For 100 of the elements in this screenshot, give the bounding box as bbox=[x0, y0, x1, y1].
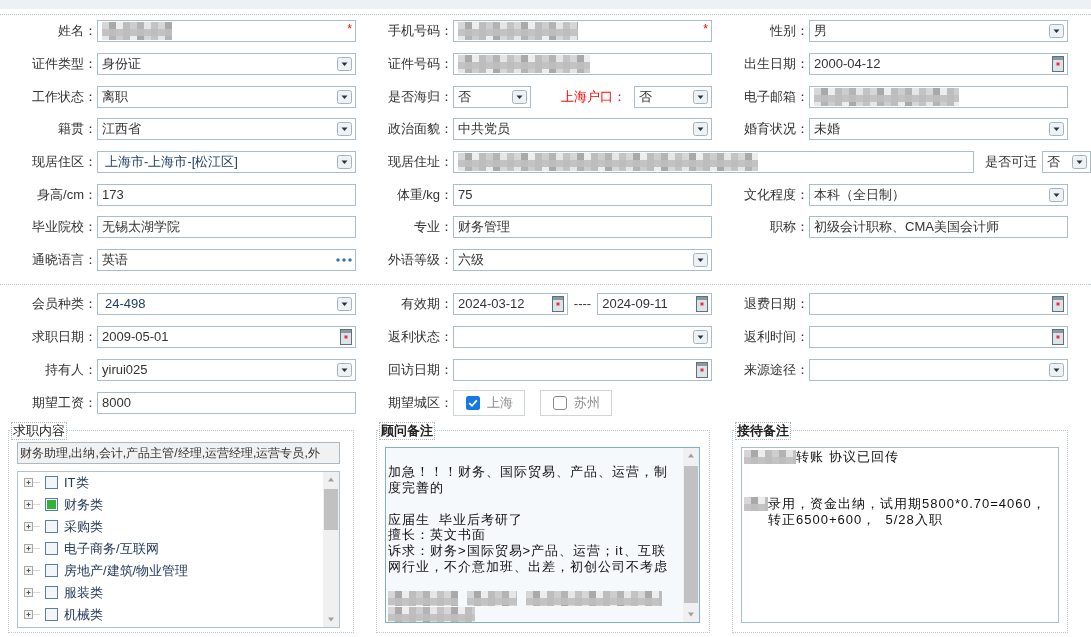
checkbox-icon[interactable] bbox=[45, 520, 58, 533]
field-label: 专业： bbox=[414, 219, 453, 236]
scrollbar-thumb[interactable] bbox=[684, 465, 698, 603]
dropdown-select[interactable]: 否 bbox=[634, 85, 712, 108]
checkbox-option[interactable]: 上海 bbox=[453, 390, 525, 416]
calendar-icon[interactable] bbox=[1052, 329, 1064, 345]
text-field[interactable]: 财务管理 bbox=[453, 216, 712, 239]
dropdown-select[interactable]: 离职 bbox=[97, 85, 356, 108]
text-field[interactable]: * bbox=[97, 20, 356, 43]
more-dots-icon[interactable] bbox=[336, 258, 352, 263]
field-label: 籍贯： bbox=[58, 121, 97, 138]
checkbox-icon[interactable] bbox=[45, 476, 58, 489]
tree-item-label[interactable]: 电子商务/互联网 bbox=[64, 540, 159, 557]
dropdown-select[interactable]: 身份证 bbox=[97, 53, 356, 76]
tree-item-label[interactable]: IT类 bbox=[64, 474, 89, 491]
checkbox-icon[interactable] bbox=[45, 564, 58, 577]
date-field[interactable] bbox=[453, 359, 712, 381]
calendar-icon[interactable] bbox=[696, 296, 708, 312]
calendar-icon[interactable] bbox=[1052, 296, 1064, 312]
dropdown-select[interactable]: 24-498 bbox=[97, 293, 356, 315]
date-field[interactable]: 2000-04-12 bbox=[809, 53, 1068, 76]
field-label: 是否可迁 bbox=[985, 154, 1037, 171]
field-label: 婚育状况： bbox=[744, 121, 809, 138]
field-label: 现居住址： bbox=[388, 154, 453, 171]
checkbox-icon[interactable] bbox=[465, 396, 480, 410]
dropdown-select[interactable]: 否 bbox=[453, 85, 531, 108]
required-mark: * bbox=[347, 23, 352, 36]
dropdown-select[interactable]: 江西省 bbox=[97, 118, 356, 141]
checkbox-icon[interactable] bbox=[45, 542, 58, 555]
checkbox-icon[interactable] bbox=[552, 396, 567, 410]
tree-item-label[interactable]: 服装类 bbox=[64, 584, 103, 601]
selected-categories-field[interactable]: 财务助理,出纳,会计,产品主管/经理,运营经理,运营专员,外 bbox=[17, 441, 340, 464]
note-text: 诉求：财务>国际贸易>产品、运营；it、互联网行业，不介意加班、出差，初创公司不考虑 bbox=[388, 543, 669, 575]
field-label: 性别： bbox=[770, 23, 809, 40]
text-field[interactable] bbox=[453, 151, 974, 174]
redaction-block bbox=[388, 591, 458, 607]
expand-icon[interactable] bbox=[24, 544, 40, 553]
expand-icon[interactable] bbox=[24, 610, 40, 619]
dropdown-select[interactable]: 上海市-上海市-[松江区] bbox=[97, 151, 356, 174]
dropdown-select[interactable]: 本科（全日制） bbox=[809, 183, 1068, 206]
date-field[interactable]: 2024-03-12 bbox=[453, 293, 568, 315]
checkbox-option[interactable]: 苏州 bbox=[540, 390, 612, 416]
lookup-field[interactable]: 英语 bbox=[97, 249, 356, 272]
expand-icon[interactable] bbox=[24, 500, 40, 509]
field-label: 回访日期： bbox=[388, 362, 453, 378]
calendar-icon[interactable] bbox=[1052, 56, 1064, 73]
field-label: 手机号码： bbox=[388, 23, 453, 40]
panel-title: 顾问备注 bbox=[379, 421, 435, 440]
dropdown-select[interactable]: 六级 bbox=[453, 249, 712, 272]
panel-title: 求职内容 bbox=[11, 421, 67, 440]
dropdown-select[interactable]: 否 bbox=[1042, 151, 1091, 174]
field-label: 电子邮箱： bbox=[744, 88, 809, 105]
field-label: 持有人： bbox=[45, 362, 97, 378]
field-label: 身高/cm： bbox=[37, 186, 97, 203]
text-field[interactable] bbox=[453, 53, 712, 76]
field-label: 会员种类： bbox=[32, 296, 97, 312]
calendar-icon[interactable] bbox=[696, 362, 708, 378]
field-label: 姓名： bbox=[58, 23, 97, 40]
notes-textarea[interactable]: 转账 协议已回传 录用，资金出纳，试用期5800*0.70=4060，转正6500+600， 5/28入职 bbox=[741, 446, 1059, 623]
date-field[interactable]: 2024-09-11 bbox=[597, 293, 712, 315]
panel-title: 接待备注 bbox=[735, 421, 791, 440]
field-label: 返利时间： bbox=[744, 329, 809, 345]
notes-textarea[interactable]: 加急！！！财务、国际贸易、产品、运营，制度完善的 应届生 毕业后考研了 擅长：英文书面 诉求：财务>国际贸易>产品、运营；it、互联网行业，不介意加班、出差，初创公司不考虑 bbox=[385, 446, 700, 623]
dropdown-select[interactable]: 男 bbox=[809, 20, 1068, 43]
tree-item-label[interactable]: 采购类 bbox=[64, 518, 103, 535]
text-field[interactable]: 8000 bbox=[97, 392, 356, 414]
dropdown-select[interactable]: 中共党员 bbox=[453, 118, 712, 141]
text-field[interactable]: 初级会计职称、CMA美国会计师 bbox=[809, 216, 1068, 239]
checkbox-icon[interactable] bbox=[45, 586, 58, 599]
text-field[interactable] bbox=[809, 85, 1068, 108]
calendar-icon[interactable] bbox=[551, 296, 564, 312]
field-label: 工作状态： bbox=[32, 88, 97, 105]
expand-icon[interactable] bbox=[24, 478, 40, 487]
tree-item-label[interactable]: 财务类 bbox=[64, 496, 103, 513]
field-label: 有效期： bbox=[401, 296, 453, 312]
expand-icon[interactable] bbox=[24, 566, 40, 575]
field-label: 文化程度： bbox=[744, 186, 809, 203]
expand-icon[interactable] bbox=[24, 588, 40, 597]
field-label: 期望工资： bbox=[32, 395, 97, 411]
field-label: 现居住区： bbox=[32, 154, 97, 171]
tree-item-label[interactable]: 机械类 bbox=[64, 606, 103, 623]
checkbox-icon[interactable] bbox=[45, 498, 58, 511]
text-field[interactable]: 173 bbox=[97, 183, 356, 206]
text-field[interactable]: * bbox=[453, 20, 712, 43]
text-field[interactable]: 无锡太湖学院 bbox=[97, 216, 356, 239]
dropdown-select[interactable]: 未婚 bbox=[809, 118, 1068, 141]
calendar-icon[interactable] bbox=[340, 329, 352, 345]
date-field[interactable] bbox=[809, 293, 1068, 315]
scrollbar-thumb[interactable] bbox=[324, 488, 338, 530]
note-text: 擅长：英文书面 bbox=[388, 527, 486, 544]
date-field[interactable]: 2009-05-01 bbox=[97, 326, 356, 348]
field-label: 求职日期： bbox=[32, 329, 97, 345]
expand-icon[interactable] bbox=[24, 522, 40, 531]
field-label: 来源途径： bbox=[744, 362, 809, 378]
range-separator: ---- bbox=[573, 296, 592, 312]
date-field[interactable] bbox=[809, 326, 1068, 348]
checkbox-icon[interactable] bbox=[45, 608, 58, 621]
tree-item-label[interactable]: 房地产/建筑/物业管理 bbox=[64, 562, 189, 579]
text-field[interactable]: 75 bbox=[453, 183, 712, 206]
dropdown-select[interactable]: yirui025 bbox=[97, 359, 356, 381]
